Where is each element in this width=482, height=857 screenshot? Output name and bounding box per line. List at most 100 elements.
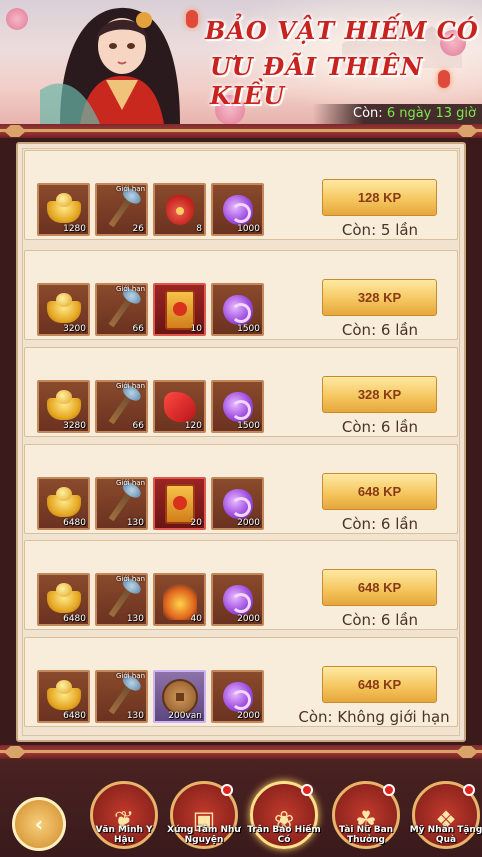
reward-item[interactable]: 10 <box>153 283 206 336</box>
scepter-icon <box>108 679 135 714</box>
pack-row: 3200 Giới hạn 66 10 1500 328 KP Còn: 6 lần <box>24 250 458 340</box>
buy-button[interactable]: 648 KP <box>322 473 437 510</box>
item-count: 2000 <box>237 711 260 721</box>
limit-tag: Giới hạn <box>116 575 145 583</box>
gold-ingot-icon <box>46 292 81 323</box>
purple-gem-icon <box>222 391 253 422</box>
pack-row: 6480 Giới hạn 130 200van 2000 648 KP Còn: Khôn… <box>24 637 458 727</box>
scepter-icon <box>108 192 135 227</box>
reward-item[interactable]: 1280 <box>37 183 90 236</box>
reward-item[interactable]: 1500 <box>211 283 264 336</box>
item-count: 200van <box>168 711 202 721</box>
notification-dot <box>301 784 313 796</box>
item-count: 6480 <box>63 518 86 528</box>
app-root: BẢO VẬT HIẾM CÓ ƯU ĐÃI THIÊN KIỀU Còn: 6… <box>0 0 482 857</box>
back-button[interactable]: ‹ <box>12 797 66 851</box>
scepter-icon <box>108 292 135 327</box>
item-count: 1280 <box>63 224 86 234</box>
frame-ornament <box>456 125 478 137</box>
back-arrow-icon: ‹ <box>34 812 44 836</box>
remaining-count: Còn: 6 lần <box>341 515 419 533</box>
item-count: 130 <box>126 711 144 721</box>
remaining-count: Còn: 6 lần <box>341 611 419 629</box>
buy-button[interactable]: 648 KP <box>322 666 437 703</box>
pack-row: 1280 Giới hạn 26 8 1000 128 KP Còn: 5 lần <box>24 150 458 240</box>
item-count: 2000 <box>237 518 260 528</box>
purple-gem-icon <box>222 584 253 615</box>
item-count: 3280 <box>63 421 86 431</box>
reward-item[interactable]: Giới hạn 66 <box>95 283 148 336</box>
reward-item[interactable]: 6480 <box>37 573 90 626</box>
reward-item[interactable]: 8 <box>153 183 206 236</box>
purple-gem-icon <box>222 194 253 225</box>
limit-tag: Giới hạn <box>116 672 145 680</box>
reward-item[interactable]: 40 <box>153 573 206 626</box>
pack-row: 6480 Giới hạn 130 20 2000 648 KP Còn: 6 lần <box>24 444 458 534</box>
gold-ingot-icon <box>46 582 81 613</box>
item-count: 120 <box>184 421 202 431</box>
reward-item[interactable]: Giới hạn 130 <box>95 670 148 723</box>
character-portrait <box>40 7 180 124</box>
banner-title-line1: BẢO VẬT HIẾM CÓ <box>205 16 479 45</box>
buy-button[interactable]: 328 KP <box>322 376 437 413</box>
reward-item[interactable]: 1000 <box>211 183 264 236</box>
frame-ornament <box>456 746 478 758</box>
reward-item[interactable]: 6480 <box>37 670 90 723</box>
item-count: 1500 <box>237 324 260 334</box>
nav-tab-label: Tài Nữ Ban Thưởng <box>338 825 394 845</box>
buy-button[interactable]: 648 KP <box>322 569 437 606</box>
reward-item[interactable]: 3200 <box>37 283 90 336</box>
reward-item[interactable]: 120 <box>153 380 206 433</box>
reward-items: 6480 Giới hạn 130 20 2000 <box>37 477 264 530</box>
buy-button[interactable]: 128 KP <box>322 179 437 216</box>
nav-tab-label: Văn Minh Y Hậu <box>95 825 153 845</box>
event-banner: BẢO VẬT HIẾM CÓ ƯU ĐÃI THIÊN KIỀU Còn: 6… <box>0 0 482 124</box>
frame-ornament <box>4 125 26 137</box>
reward-item[interactable]: 20 <box>153 477 206 530</box>
buy-button[interactable]: 328 KP <box>322 279 437 316</box>
nav-tab[interactable]: ▣ Xứng Tâm Như Nguyện <box>167 781 241 849</box>
reward-items: 1280 Giới hạn 26 8 1000 <box>37 183 264 236</box>
nav-tab[interactable]: ❖ Mỹ Nhân Tặng Quà <box>409 781 482 849</box>
reward-item[interactable]: Giới hạn 130 <box>95 477 148 530</box>
gold-ingot-icon <box>46 486 81 517</box>
scepter-icon <box>108 389 135 424</box>
reward-item[interactable]: 1500 <box>211 380 264 433</box>
reward-item[interactable]: 2000 <box>211 670 264 723</box>
item-count: 1500 <box>237 421 260 431</box>
nav-tab[interactable]: ❀ Trân Bảo Hiếm Có <box>247 781 321 849</box>
item-count: 66 <box>132 324 144 334</box>
item-count: 8 <box>196 224 202 234</box>
nav-tab[interactable]: ☘ Tài Nữ Ban Thưởng <box>332 781 400 849</box>
red-pouch-icon <box>165 194 194 225</box>
nav-tab[interactable]: ❦ Văn Minh Y Hậu <box>90 781 158 849</box>
timer-value: 6 ngày 13 giờ <box>386 106 476 121</box>
reward-item[interactable]: 200van <box>153 670 206 723</box>
gold-ingot-icon <box>46 679 81 710</box>
notification-dot <box>383 784 395 796</box>
purple-gem-icon <box>222 294 253 325</box>
item-count: 130 <box>126 518 144 528</box>
red-cloth-icon <box>163 391 196 422</box>
reward-item[interactable]: 3280 <box>37 380 90 433</box>
reward-item[interactable]: 2000 <box>211 477 264 530</box>
reward-item[interactable]: 2000 <box>211 573 264 626</box>
nav-tab-label: Xứng Tâm Như Nguyện <box>167 825 241 845</box>
limit-tag: Giới hạn <box>116 382 145 390</box>
gold-ingot-icon <box>46 192 81 223</box>
reward-item[interactable]: Giới hạn 66 <box>95 380 148 433</box>
bronze-coin-icon <box>161 678 198 715</box>
reward-item[interactable]: Giới hạn 130 <box>95 573 148 626</box>
timer-label: Còn: <box>353 106 383 121</box>
scepter-icon <box>108 486 135 521</box>
remaining-count: Còn: 6 lần <box>341 321 419 339</box>
limit-tag: Giới hạn <box>116 285 145 293</box>
reward-item[interactable]: 6480 <box>37 477 90 530</box>
nav-tab-label: Mỹ Nhân Tặng Quà <box>409 825 482 845</box>
gold-ingot-icon <box>46 389 81 420</box>
notification-dot <box>463 784 475 796</box>
item-count: 3200 <box>63 324 86 334</box>
remaining-count: Còn: Không giới hạn <box>298 708 450 726</box>
item-count: 6480 <box>63 614 86 624</box>
reward-item[interactable]: Giới hạn 26 <box>95 183 148 236</box>
